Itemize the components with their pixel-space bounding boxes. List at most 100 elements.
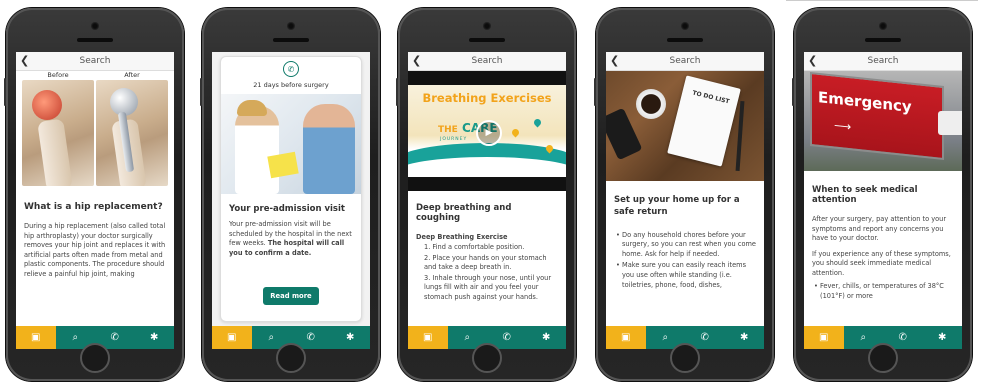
logo-prefix: THE (438, 125, 458, 135)
article-heading: What is a hip replacement? (24, 202, 163, 212)
top-bar: ❮ Search (804, 52, 962, 71)
before-after-image: Before After (16, 71, 174, 186)
video-thumbnail: Breathing Exercises THE CARE JOURNEY ▶ (408, 85, 566, 177)
search-icon: ⌕ (268, 332, 275, 343)
back-arrow-icon[interactable]: ❮ (808, 52, 817, 70)
earpiece-speaker (865, 38, 901, 42)
content-area: TO DO LIST Set up your home up for a saf… (606, 71, 764, 326)
search-icon: ⌕ (662, 332, 669, 343)
home-button[interactable] (472, 343, 502, 373)
search-icon: ⌕ (860, 332, 867, 343)
top-divider (786, 0, 978, 1)
briefcase-icon: ▣ (621, 332, 631, 343)
tab-settings[interactable]: ✱ (923, 326, 963, 349)
phone-frame-1: ❮ Search Before After What is a hip repl… (4, 8, 184, 381)
front-camera (681, 22, 689, 30)
list-item: Do any household chores before your surg… (616, 231, 756, 260)
step-item: 2. Place your hands on your stomach and … (424, 253, 547, 272)
home-button[interactable] (868, 343, 898, 373)
phone-frame-5: ❮ Search Emergency ⟶ When to seek medica… (792, 8, 972, 381)
emergency-sign-image: Emergency ⟶ (804, 71, 962, 171)
search-icon: ⌕ (72, 332, 79, 343)
article-body: During a hip replacement (also called to… (24, 222, 166, 278)
gear-icon: ✱ (740, 332, 749, 343)
briefcase-icon: ▣ (31, 332, 41, 343)
article-body: After your surgery, pay attention to you… (812, 215, 947, 243)
gear-icon: ✱ (150, 332, 159, 343)
tab-journey[interactable]: ▣ (408, 326, 448, 349)
content-area: Before After What is a hip replacement? … (16, 71, 174, 326)
pre-admission-card: ✆ 21 days before surgery Your pre-admiss… (220, 56, 362, 322)
tab-settings[interactable]: ✱ (135, 326, 175, 349)
home-button[interactable] (276, 343, 306, 373)
phone-frame-3: ❮ Search Breathing Exercises THE CARE JO… (396, 8, 576, 381)
phone-icon: ✆ (283, 61, 299, 77)
search-icon: ⌕ (464, 332, 471, 343)
after-label: After (124, 71, 140, 79)
read-more-button[interactable]: Read more (263, 287, 319, 305)
list-item: Make sure you can easily reach items you… (616, 261, 756, 290)
earpiece-speaker (667, 38, 703, 42)
front-camera (287, 22, 295, 30)
screen-home-setup: ❮ Search TO DO LIST Set up your home up … (606, 52, 764, 349)
tab-journey[interactable]: ▣ (606, 326, 646, 349)
briefcase-icon: ▣ (227, 332, 237, 343)
back-arrow-icon[interactable]: ❮ (20, 52, 29, 70)
search-title[interactable]: Search (472, 56, 503, 66)
briefcase-icon: ▣ (423, 332, 433, 343)
gear-icon: ✱ (542, 332, 551, 343)
list-item: Fever, chills, or temperatures of 38°C (… (814, 282, 954, 301)
home-button[interactable] (670, 343, 700, 373)
screen-breathing: ❮ Search Breathing Exercises THE CARE JO… (408, 52, 566, 349)
gear-icon: ✱ (938, 332, 947, 343)
earpiece-speaker (469, 38, 505, 42)
before-hip-image (22, 80, 94, 186)
earpiece-speaker (77, 38, 113, 42)
notebook-text: TO DO LIST (691, 89, 731, 106)
tab-settings[interactable]: ✱ (331, 326, 371, 349)
screen-pre-admission: ✆ 21 days before surgery Your pre-admiss… (212, 52, 370, 349)
video-title: Breathing Exercises (422, 91, 552, 105)
tab-journey[interactable]: ▣ (16, 326, 56, 349)
screen-medical-attention: ❮ Search Emergency ⟶ When to seek medica… (804, 52, 962, 349)
card-heading: Your pre-admission visit (229, 204, 345, 214)
search-title[interactable]: Search (80, 56, 111, 66)
content-area: Breathing Exercises THE CARE JOURNEY ▶ D… (408, 71, 566, 326)
search-title[interactable]: Search (670, 56, 701, 66)
content-area: Emergency ⟶ When to seek medical attenti… (804, 71, 962, 326)
days-before-surgery: 21 days before surgery (253, 81, 329, 89)
tab-settings[interactable]: ✱ (527, 326, 567, 349)
play-icon[interactable]: ▶ (476, 120, 502, 146)
phone-icon: ✆ (502, 332, 511, 343)
front-camera (91, 22, 99, 30)
phone-icon: ✆ (306, 332, 315, 343)
phone-frame-2: ✆ 21 days before surgery Your pre-admiss… (200, 8, 380, 381)
exercise-subheading: Deep Breathing Exercise (416, 233, 508, 241)
back-arrow-icon[interactable]: ❮ (610, 52, 619, 70)
phone-icon: ✆ (898, 332, 907, 343)
article-heading: Set up your home up for a safe return (614, 195, 740, 217)
doctor-patient-image (221, 94, 361, 194)
top-bar: ❮ Search (606, 52, 764, 71)
tab-journey[interactable]: ▣ (804, 326, 844, 349)
video-player[interactable]: Breathing Exercises THE CARE JOURNEY ▶ (408, 71, 566, 191)
briefcase-icon: ▣ (819, 332, 829, 343)
before-label: Before (47, 71, 69, 79)
top-bar: ❮ Search (408, 52, 566, 71)
search-title[interactable]: Search (868, 56, 899, 66)
front-camera (483, 22, 491, 30)
tab-journey[interactable]: ▣ (212, 326, 252, 349)
after-hip-image (96, 80, 168, 186)
article-body: If you experience any of these symptoms,… (812, 249, 951, 277)
front-camera (879, 22, 887, 30)
tab-settings[interactable]: ✱ (725, 326, 765, 349)
phone-icon: ✆ (110, 332, 119, 343)
step-item: 3. Inhale through your nose, until your … (424, 273, 552, 301)
back-arrow-icon[interactable]: ❮ (412, 52, 421, 70)
desk-todo-image: TO DO LIST (606, 71, 764, 181)
home-button[interactable] (80, 343, 110, 373)
step-item: 1. Find a comfortable position. (424, 243, 525, 251)
gear-icon: ✱ (346, 332, 355, 343)
article-heading: Deep breathing and coughing (416, 203, 512, 223)
article-heading: When to seek medical attention (812, 185, 918, 205)
